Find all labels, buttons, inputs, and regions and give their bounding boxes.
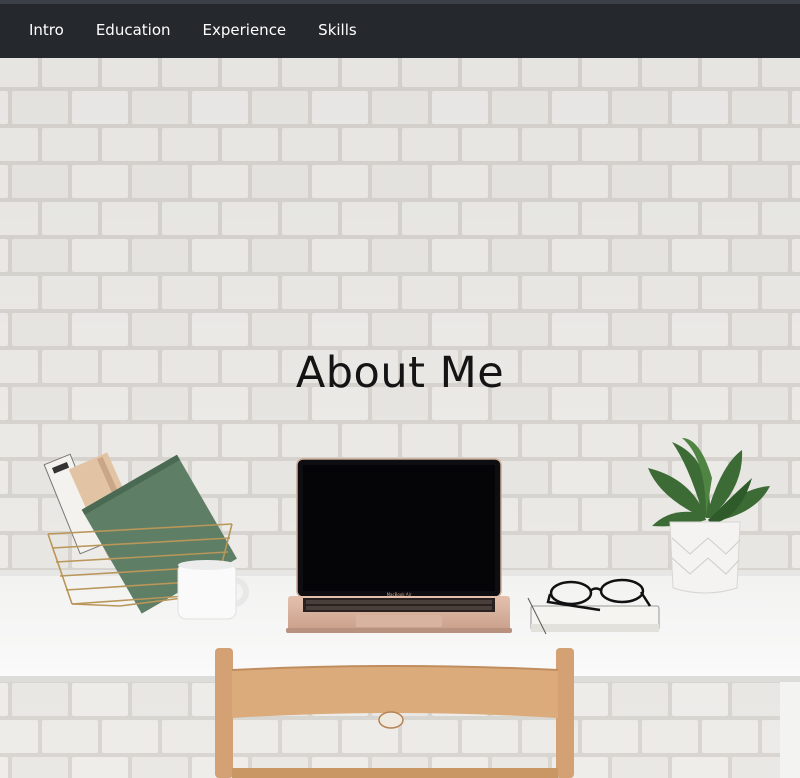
hero-section: MacBook Air About Me [0,58,800,778]
coffee-mug [177,560,249,620]
nav-link-intro[interactable]: Intro [13,15,80,47]
top-navbar: Intro Education Experience Skills [0,4,800,58]
nav-link-education[interactable]: Education [80,15,187,47]
laptop: MacBook Air [286,458,512,633]
nav-link-experience[interactable]: Experience [187,15,303,47]
laptop-brand-label: MacBook Air [387,592,412,597]
nav-link-skills[interactable]: Skills [302,15,373,47]
hero-title: About Me [295,348,505,398]
hero-background-image: MacBook Air [0,58,800,778]
